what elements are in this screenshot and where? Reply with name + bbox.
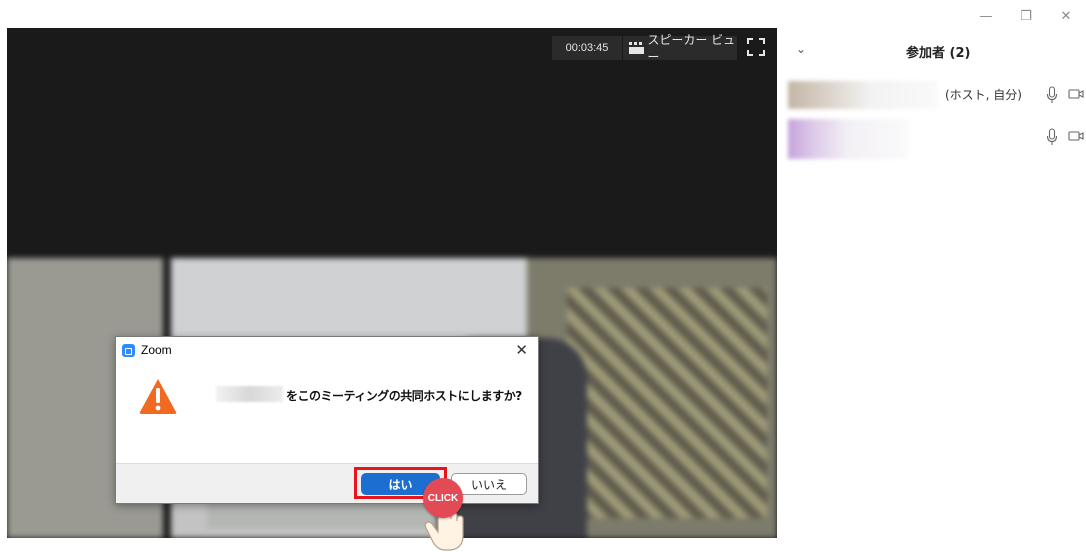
dialog-message: をこのミーティングの共同ホストにしますか? (286, 389, 522, 403)
participants-header: ⌄ 参加者 (2) (780, 28, 1086, 70)
blurred-participant-name (216, 386, 283, 402)
participants-panel: ⌄ 参加者 (2) (ホスト, 自分) (780, 28, 1086, 555)
click-pointer-illustration: CLICK (420, 478, 470, 553)
blurred-participant-avatar (788, 119, 908, 159)
video-camera-icon[interactable] (1068, 88, 1084, 100)
participant-row[interactable]: (ホスト, 自分) (788, 78, 1086, 112)
dialog-close-icon[interactable]: ✕ (515, 341, 528, 359)
chevron-down-icon[interactable]: ⌄ (796, 42, 806, 56)
dialog-titlebar: Zoom (116, 337, 538, 363)
meeting-timer: 00:03:45 (552, 36, 622, 60)
microphone-icon[interactable] (1046, 86, 1058, 104)
blurred-participant-avatar (788, 81, 938, 109)
participant-role: (ホスト, 自分) (945, 88, 1022, 102)
click-badge: CLICK (423, 478, 463, 518)
dialog-body: をこのミーティングの共同ホストにしますか? (116, 363, 538, 465)
speaker-view-label: スピーカー ビュー (647, 33, 736, 64)
participant-row[interactable] (788, 116, 1086, 159)
speaker-view-button[interactable]: スピーカー ビュー (623, 33, 737, 64)
warning-icon (139, 379, 177, 414)
dialog-footer: はい いいえ (116, 463, 538, 503)
view-grid-icon (629, 42, 644, 54)
dialog-title: Zoom (141, 343, 172, 357)
co-host-confirm-dialog: Zoom ✕ をこのミーティングの共同ホストにしますか? はい いいえ (115, 336, 539, 504)
participants-title: 参加者 (2) (906, 46, 971, 61)
fullscreen-icon[interactable] (747, 38, 765, 56)
zoom-logo-icon (122, 343, 135, 357)
video-camera-icon[interactable] (1068, 130, 1084, 142)
microphone-icon[interactable] (1046, 128, 1058, 146)
